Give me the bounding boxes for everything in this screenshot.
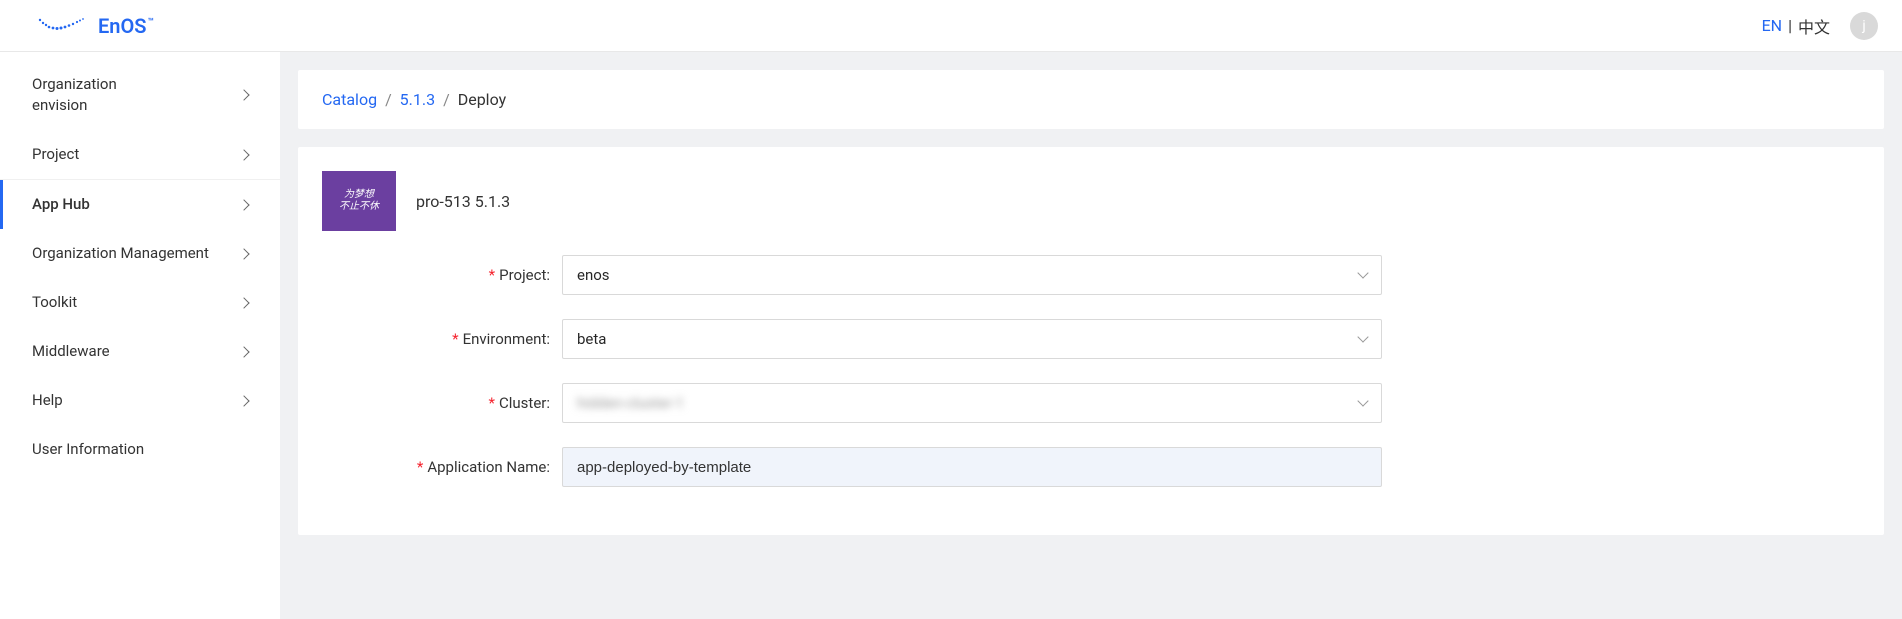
breadcrumb: Catalog / 5.1.3 / Deploy (298, 70, 1884, 129)
deploy-form-panel: 为梦想不止不休 pro-513 5.1.3 *Project: enos *En… (298, 147, 1884, 535)
chevron-right-icon (238, 395, 249, 406)
layout: Organizationenvision Project App Hub Org… (0, 52, 1902, 619)
sidebar-item-label: Toolkit (32, 292, 77, 313)
sidebar-item-help[interactable]: Help (0, 376, 280, 425)
cluster-select-value: hidden-cluster-1 (577, 394, 684, 412)
main-content: Catalog / 5.1.3 / Deploy 为梦想不止不休 pro-513… (280, 52, 1902, 619)
sidebar-item-label: User Information (32, 439, 144, 460)
sidebar-item-label: Middleware (32, 341, 110, 362)
chevron-down-icon (1357, 267, 1368, 278)
sidebar-item-apphub[interactable]: App Hub (0, 180, 280, 229)
cluster-select[interactable]: hidden-cluster-1 (562, 383, 1382, 423)
header-right: EN | 中文 j (1762, 12, 1878, 40)
chevron-right-icon (238, 297, 249, 308)
chevron-right-icon (238, 346, 249, 357)
cluster-label: *Cluster: (322, 394, 562, 412)
form-row-cluster: *Cluster: hidden-cluster-1 (322, 383, 1860, 423)
chevron-down-icon (1357, 331, 1368, 342)
breadcrumb-separator: / (443, 90, 450, 109)
logo[interactable]: EnOS™ (36, 14, 154, 38)
app-thumbnail: 为梦想不止不休 (322, 171, 396, 231)
lang-cn-link[interactable]: 中文 (1798, 14, 1830, 38)
chevron-down-icon (1357, 395, 1368, 406)
sidebar: Organizationenvision Project App Hub Org… (0, 52, 280, 619)
sidebar-item-label: App Hub (32, 194, 90, 215)
environment-select[interactable]: beta (562, 319, 1382, 359)
sidebar-item-toolkit[interactable]: Toolkit (0, 278, 280, 327)
sidebar-item-project[interactable]: Project (0, 130, 280, 179)
project-label: *Project: (322, 266, 562, 284)
form-row-project: *Project: enos (322, 255, 1860, 295)
top-header: EnOS™ EN | 中文 j (0, 0, 1902, 52)
chevron-right-icon (238, 248, 249, 259)
chevron-right-icon (238, 89, 249, 100)
form-row-appname: *Application Name: (322, 447, 1860, 487)
sidebar-item-organization[interactable]: Organizationenvision (0, 60, 280, 130)
chevron-right-icon (238, 199, 249, 210)
sidebar-item-label: Help (32, 390, 63, 411)
sidebar-item-middleware[interactable]: Middleware (0, 327, 280, 376)
sidebar-item-label: Organization Management (32, 243, 209, 264)
breadcrumb-separator: / (385, 90, 392, 109)
lang-separator: | (1788, 16, 1792, 35)
environment-select-value: beta (577, 330, 606, 348)
appname-input[interactable] (562, 447, 1382, 487)
breadcrumb-catalog-link[interactable]: Catalog (322, 90, 377, 109)
app-title: pro-513 5.1.3 (416, 192, 510, 211)
logo-swoosh-icon (36, 16, 92, 36)
sidebar-item-label: Project (32, 144, 79, 165)
language-switch: EN | 中文 (1762, 14, 1830, 38)
avatar[interactable]: j (1850, 12, 1878, 40)
form-row-environment: *Environment: beta (322, 319, 1860, 359)
sidebar-item-label: Organizationenvision (32, 74, 117, 116)
appname-label: *Application Name: (322, 458, 562, 476)
logo-text: EnOS™ (98, 14, 154, 38)
sidebar-item-userinfo[interactable]: User Information (0, 425, 280, 474)
breadcrumb-current: Deploy (458, 90, 506, 109)
environment-label: *Environment: (322, 330, 562, 348)
chevron-right-icon (238, 149, 249, 160)
project-select-value: enos (577, 266, 610, 284)
sidebar-item-orgmgmt[interactable]: Organization Management (0, 229, 280, 278)
lang-en-link[interactable]: EN (1762, 16, 1783, 35)
breadcrumb-version-link[interactable]: 5.1.3 (400, 90, 435, 109)
project-select[interactable]: enos (562, 255, 1382, 295)
app-header: 为梦想不止不休 pro-513 5.1.3 (322, 171, 1860, 231)
